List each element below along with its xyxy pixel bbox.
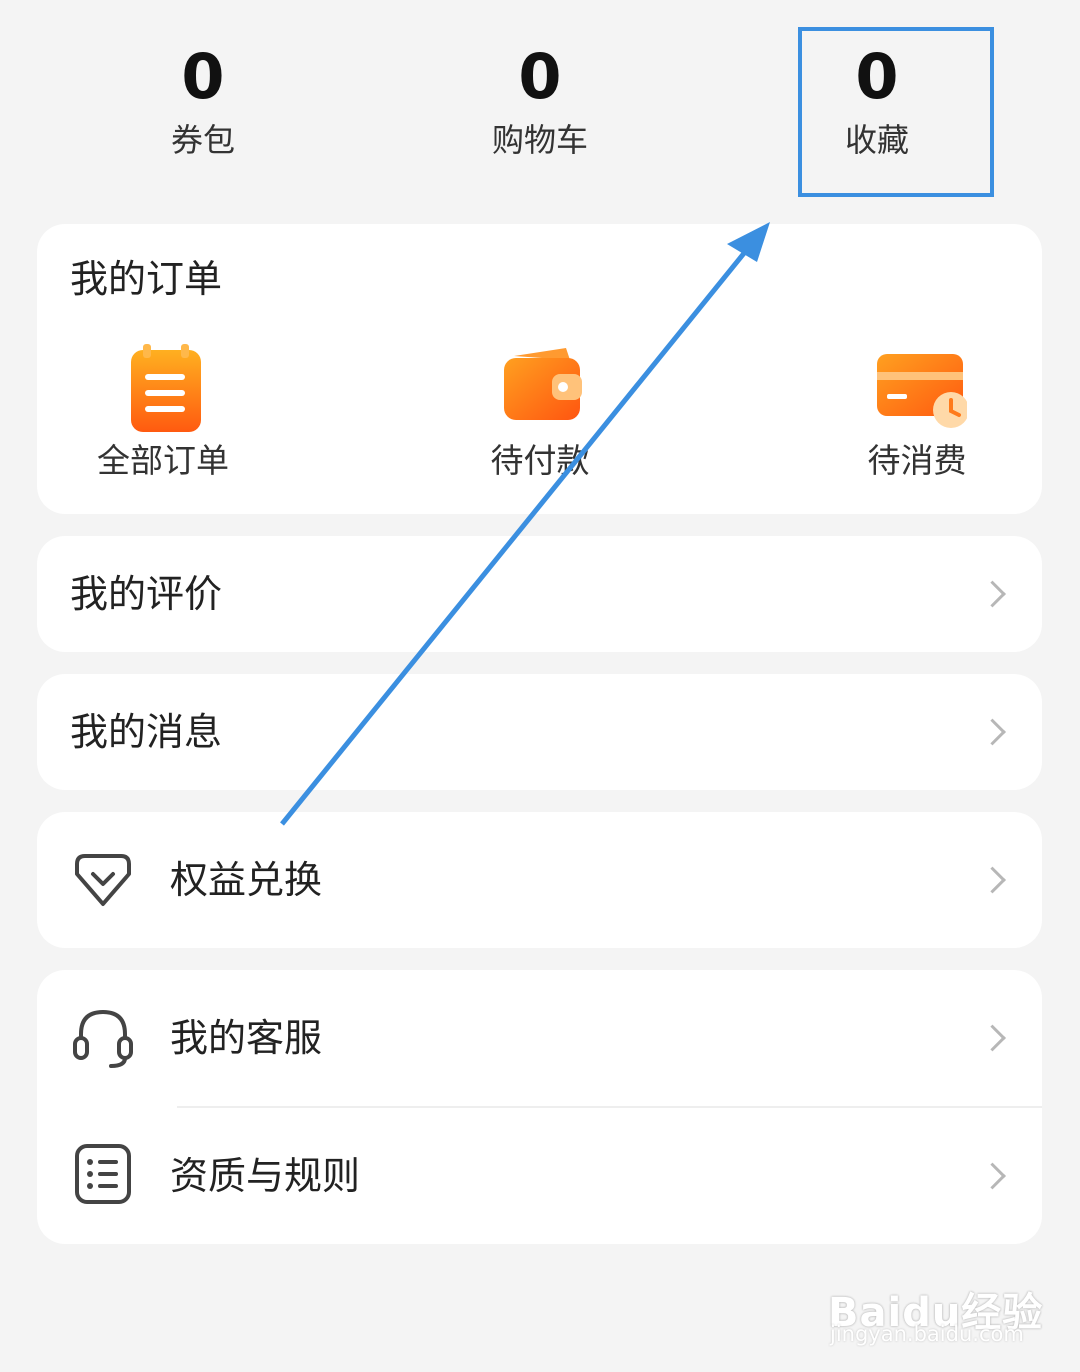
favorites-highlight-box — [798, 27, 994, 197]
messages-row[interactable]: 我的消息 — [37, 674, 1042, 790]
headset-icon — [71, 1004, 135, 1068]
heart-ticket-icon — [71, 848, 135, 912]
cart-label: 购物车 — [491, 121, 588, 159]
all-orders-label: 全部订单 — [97, 441, 229, 480]
list-document-icon — [71, 1142, 135, 1206]
rights-exchange-row[interactable]: 权益兑换 — [37, 812, 1042, 948]
wallet-icon — [490, 344, 590, 434]
card-clock-icon — [867, 344, 969, 434]
chevron-right-icon — [979, 718, 1006, 746]
chevron-right-icon — [979, 1162, 1006, 1190]
reviews-row[interactable]: 我的评价 — [37, 536, 1042, 652]
qualifications-label: 资质与规则 — [170, 1154, 361, 1198]
coupon-pack-stat[interactable]: 0 券包 — [103, 40, 303, 162]
qualifications-row[interactable]: 资质与规则 — [37, 1108, 1042, 1244]
coupon-pack-label: 券包 — [170, 121, 235, 159]
chevron-right-icon — [979, 866, 1006, 894]
cart-count: 0 — [518, 40, 562, 113]
notepad-icon — [113, 344, 213, 434]
customer-service-row[interactable]: 我的客服 — [37, 970, 1042, 1106]
watermark-url: jingyan.baidu.com — [830, 1322, 1024, 1346]
messages-label: 我的消息 — [70, 710, 223, 754]
orders-title: 我的订单 — [70, 257, 223, 301]
cart-stat[interactable]: 0 购物车 — [440, 40, 640, 162]
chevron-right-icon — [979, 1024, 1006, 1052]
pending-consumption-button[interactable]: 待消费 — [837, 344, 997, 484]
reviews-label: 我的评价 — [70, 572, 223, 616]
coupon-pack-count: 0 — [181, 40, 225, 113]
rights-exchange-label: 权益兑换 — [170, 858, 323, 902]
service-card: 我的客服 资质与规则 — [37, 970, 1042, 1244]
customer-service-label: 我的客服 — [170, 1016, 323, 1060]
pending-consumption-label: 待消费 — [867, 441, 967, 480]
chevron-right-icon — [979, 580, 1006, 608]
all-orders-button[interactable]: 全部订单 — [83, 344, 243, 484]
pending-payment-label: 待付款 — [490, 441, 590, 480]
pending-payment-button[interactable]: 待付款 — [460, 344, 620, 484]
orders-card: 我的订单 全部订单 待付款 待消费 — [37, 224, 1042, 514]
